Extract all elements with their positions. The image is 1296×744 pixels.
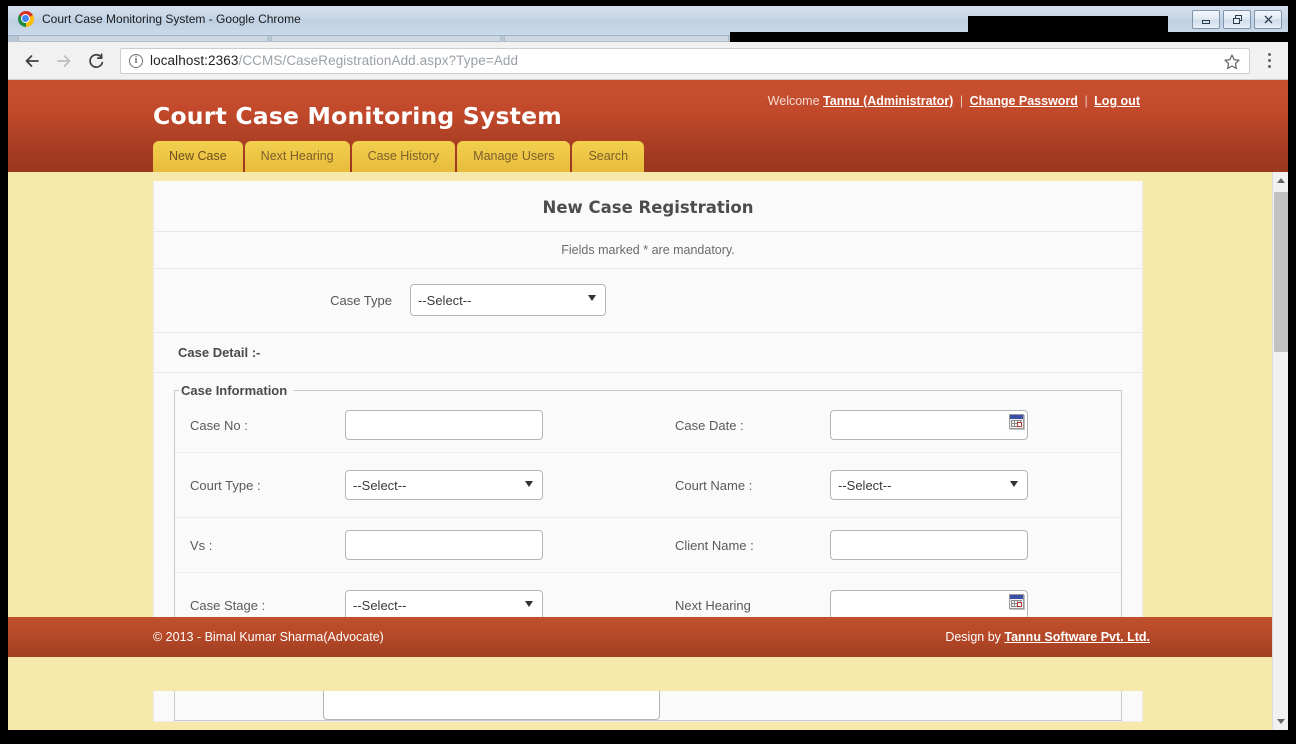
window-controls [1192,10,1282,29]
designer-link[interactable]: Tannu Software Pvt. Ltd. [1004,630,1150,644]
main-navigation: New Case Next Hearing Case History Manag… [153,140,645,172]
site-header: Court Case Monitoring System Welcome Tan… [8,80,1288,172]
form-cell: Case Stage : --Select-- [175,590,660,620]
case-stage-label: Case Stage : [190,597,266,613]
page-scrollbar[interactable] [1272,172,1288,730]
case-no-label: Case No : [190,417,248,433]
case-stage-select-wrapper: --Select-- [345,590,543,620]
window-title-group: Court Case Monitoring System - Google Ch… [18,11,301,27]
minimize-button[interactable] [1192,10,1220,29]
form-cell: Court Type : --Select-- [175,470,660,500]
forward-arrow-icon[interactable] [48,45,80,77]
case-type-row: Case Type --Select-- [154,269,1142,333]
case-detail-heading: Case Detail :- [154,333,1142,373]
tab-search[interactable]: Search [572,140,645,172]
page-body: New Case Registration Fields marked * ar… [8,172,1288,722]
logout-link[interactable]: Log out [1094,94,1140,108]
change-password-link[interactable]: Change Password [970,94,1078,108]
form-cell: Vs : [175,530,660,560]
footer-credit: Design by Tannu Software Pvt. Ltd. [945,630,1150,644]
court-type-label: Court Type : [190,477,261,493]
form-row-vs: Vs : Client Name : [175,518,1121,573]
form-cell: Client Name : [660,530,1120,560]
tab-case-history[interactable]: Case History [351,140,456,172]
court-name-select[interactable]: --Select-- [830,470,1028,500]
address-bar[interactable]: i localhost:2363/CCMS/CaseRegistrationAd… [120,47,1250,76]
url-path: /CCMS/CaseRegistrationAdd.aspx?Type=Add [238,53,519,68]
site-info-icon[interactable]: i [129,53,143,68]
form-cell: Case Date : [660,410,1120,440]
user-profile-link[interactable]: Tannu (Administrator) [823,94,953,108]
form-cell: Next Hearing [660,590,1120,620]
calendar-icon[interactable] [1009,594,1024,609]
case-no-input[interactable] [345,410,543,440]
case-date-input[interactable] [830,410,1028,440]
footer-copyright: © 2013 - Bimal Kumar Sharma(Advocate) [153,630,384,644]
chrome-logo-icon [18,11,34,27]
case-information-legend: Case Information [181,383,288,398]
court-type-select[interactable]: --Select-- [345,470,543,500]
client-name-input[interactable] [830,530,1028,560]
next-hearing-label: Next Hearing [675,597,751,613]
form-cell: Court Name : --Select-- [660,470,1120,500]
vs-input[interactable] [345,530,543,560]
scroll-down-arrow-icon[interactable] [1273,713,1288,730]
next-hearing-wrapper [830,590,1028,620]
design-by-text: Design by [945,630,1001,644]
reload-icon[interactable] [80,45,112,77]
court-name-label: Court Name : [675,477,753,493]
case-date-label: Case Date : [675,417,744,433]
bookmark-star-icon[interactable] [1223,53,1241,76]
calendar-icon[interactable] [1009,414,1024,429]
page-title: New Case Registration [154,181,1142,232]
case-type-select[interactable]: --Select-- [410,284,606,316]
scrollbar-thumb[interactable] [1274,192,1288,352]
desktop-background: Court Case Monitoring System - Google Ch… [0,0,1296,744]
separator: | [959,94,964,108]
court-name-select-wrapper: --Select-- [830,470,1028,500]
page-viewport: Court Case Monitoring System Welcome Tan… [8,80,1288,730]
url-host: localhost:2363 [150,53,239,68]
tab-new-case[interactable]: New Case [153,140,243,172]
chrome-browser-window: Court Case Monitoring System - Google Ch… [8,6,1288,730]
back-arrow-icon[interactable] [16,45,48,77]
vs-label: Vs : [190,537,213,553]
case-stage-select[interactable]: --Select-- [345,590,543,620]
scroll-up-arrow-icon[interactable] [1273,172,1288,189]
form-row-court-type: Court Type : --Select-- Court Name : --S… [175,453,1121,518]
case-type-select-wrapper: --Select-- [410,284,606,316]
user-session-bar: Welcome Tannu (Administrator) | Change P… [768,94,1140,108]
close-button[interactable] [1254,10,1282,29]
window-title-text: Court Case Monitoring System - Google Ch… [42,12,301,26]
occlusion-overlay [968,16,1168,36]
separator: | [1084,94,1088,108]
browser-menu-icon[interactable] [1256,46,1282,76]
restore-button[interactable] [1223,10,1251,29]
tab-next-hearing[interactable]: Next Hearing [244,140,350,172]
address-bar-url: localhost:2363/CCMS/CaseRegistrationAdd.… [150,53,518,68]
footer-spacer [8,657,1288,691]
welcome-text: Welcome [767,94,820,108]
desktop-bottom-edge [0,730,1296,744]
court-type-select-wrapper: --Select-- [345,470,543,500]
tab-manage-users[interactable]: Manage Users [457,140,571,172]
case-type-label: Case Type [330,292,392,308]
form-row-case-no: Case No : Case Date : [175,398,1121,453]
client-name-label: Client Name : [675,537,754,553]
site-brand-title: Court Case Monitoring System [153,102,562,130]
browser-toolbar: i localhost:2363/CCMS/CaseRegistrationAd… [8,42,1288,80]
mandatory-fields-note: Fields marked * are mandatory. [154,232,1142,269]
site-footer: © 2013 - Bimal Kumar Sharma(Advocate) De… [8,617,1288,691]
case-date-wrapper [830,410,1028,440]
next-hearing-input[interactable] [830,590,1028,620]
form-cell: Case No : [175,410,660,440]
